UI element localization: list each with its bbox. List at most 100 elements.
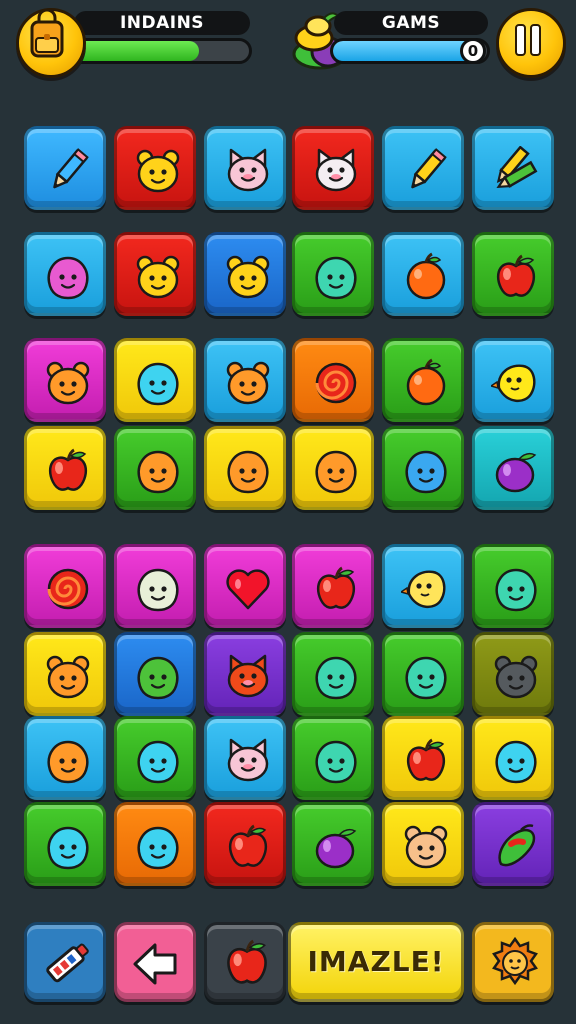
blob-pink-icon	[47, 256, 89, 300]
board-tile[interactable]	[382, 544, 464, 628]
blob-teal-icon	[405, 656, 447, 700]
board-tile[interactable]	[472, 426, 554, 510]
blob-cyan-icon	[47, 826, 89, 870]
board-tile[interactable]	[24, 544, 106, 628]
blob-cyan-icon	[137, 826, 179, 870]
cat-pink-icon	[227, 738, 269, 782]
board-tile[interactable]	[382, 802, 464, 886]
bear-gray-icon	[494, 655, 538, 699]
board-tile[interactable]	[292, 126, 374, 210]
board-tile[interactable]	[114, 426, 196, 510]
board-tile[interactable]	[472, 632, 554, 716]
board-tile[interactable]	[292, 338, 374, 422]
bird-yellow-icon	[491, 364, 536, 402]
pencil-icon	[53, 148, 89, 189]
board-tile[interactable]	[292, 716, 374, 800]
puzzle-button-label: IMAZLE!	[307, 945, 445, 978]
game-board	[0, 0, 576, 1024]
board-tile[interactable]	[472, 802, 554, 886]
blob-blue-icon	[405, 450, 447, 494]
plum-icon	[315, 828, 357, 869]
lion-icon	[492, 936, 538, 986]
blob-orange-icon	[227, 450, 269, 494]
board-tile[interactable]	[114, 544, 196, 628]
board-tile[interactable]	[114, 632, 196, 716]
board-tile[interactable]	[472, 338, 554, 422]
board-tile[interactable]	[24, 426, 106, 510]
board-tile[interactable]	[472, 544, 554, 628]
bird-lemon-icon	[401, 570, 446, 608]
blob-orange-icon	[47, 740, 89, 784]
bear-yellow-icon	[226, 255, 270, 299]
board-tile[interactable]	[114, 232, 196, 316]
board-tile[interactable]	[204, 126, 286, 210]
board-tile[interactable]	[204, 802, 286, 886]
heart-icon	[226, 569, 270, 610]
apple-icon	[48, 448, 88, 491]
orange-icon	[406, 252, 446, 300]
orange-icon	[406, 358, 446, 406]
board-tile[interactable]	[114, 802, 196, 886]
apple-icon	[316, 566, 356, 609]
board-tile[interactable]	[292, 426, 374, 510]
board-tile[interactable]	[24, 802, 106, 886]
apple-icon	[406, 738, 446, 781]
blob-teal-icon	[315, 656, 357, 700]
swirl-icon	[47, 568, 89, 610]
board-tile[interactable]	[114, 716, 196, 800]
blob-teal-icon	[495, 568, 537, 612]
board-tile[interactable]	[382, 426, 464, 510]
board-tile[interactable]	[292, 632, 374, 716]
board-tile[interactable]	[382, 232, 464, 316]
bear-yellow-icon	[136, 255, 180, 299]
apple-icon	[228, 824, 268, 867]
board-tile[interactable]	[382, 716, 464, 800]
back-button[interactable]	[114, 922, 196, 1002]
plum-icon	[495, 452, 537, 493]
blob-orange-icon	[315, 450, 357, 494]
board-tile[interactable]	[204, 544, 286, 628]
swirl-icon	[315, 362, 357, 404]
board-tile[interactable]	[472, 232, 554, 316]
board-tile[interactable]	[472, 126, 554, 210]
board-tile[interactable]	[204, 232, 286, 316]
cat-white-icon	[315, 148, 357, 192]
bear-orange-icon	[46, 655, 90, 699]
puzzle-button[interactable]: IMAZLE!	[288, 922, 464, 1002]
board-tile[interactable]	[24, 232, 106, 316]
bear-tan-icon	[404, 825, 448, 869]
bear-orange-icon	[226, 361, 270, 405]
board-tile[interactable]	[204, 426, 286, 510]
pepper-icon	[498, 824, 536, 867]
blob-green-icon	[137, 656, 179, 700]
blob-orange-icon	[137, 450, 179, 494]
board-tile[interactable]	[24, 126, 106, 210]
blob-cyan-icon	[137, 740, 179, 784]
apple-icon	[496, 254, 536, 297]
board-tile[interactable]	[382, 632, 464, 716]
blob-teal-icon	[315, 256, 357, 300]
pencils-icon	[496, 146, 538, 189]
board-tile[interactable]	[382, 338, 464, 422]
board-tile[interactable]	[204, 338, 286, 422]
board-tile[interactable]	[292, 544, 374, 628]
board-tile[interactable]	[204, 632, 286, 716]
target-fruit-slot	[204, 922, 286, 1002]
board-tile[interactable]	[114, 338, 196, 422]
board-tile[interactable]	[292, 802, 374, 886]
blob-white-icon	[137, 568, 179, 612]
board-tile[interactable]	[24, 716, 106, 800]
left-arrow-icon	[133, 943, 177, 985]
board-tile[interactable]	[114, 126, 196, 210]
board-tile[interactable]	[292, 232, 374, 316]
toolbox-button[interactable]	[24, 922, 106, 1002]
board-tile[interactable]	[24, 632, 106, 716]
cat-red-icon	[227, 654, 269, 698]
board-tile[interactable]	[24, 338, 106, 422]
board-tile[interactable]	[382, 126, 464, 210]
board-tile[interactable]	[472, 716, 554, 800]
bonus-button[interactable]	[472, 922, 554, 1002]
bear-yellow-icon	[136, 149, 180, 193]
cat-pink-icon	[227, 148, 269, 192]
board-tile[interactable]	[204, 716, 286, 800]
